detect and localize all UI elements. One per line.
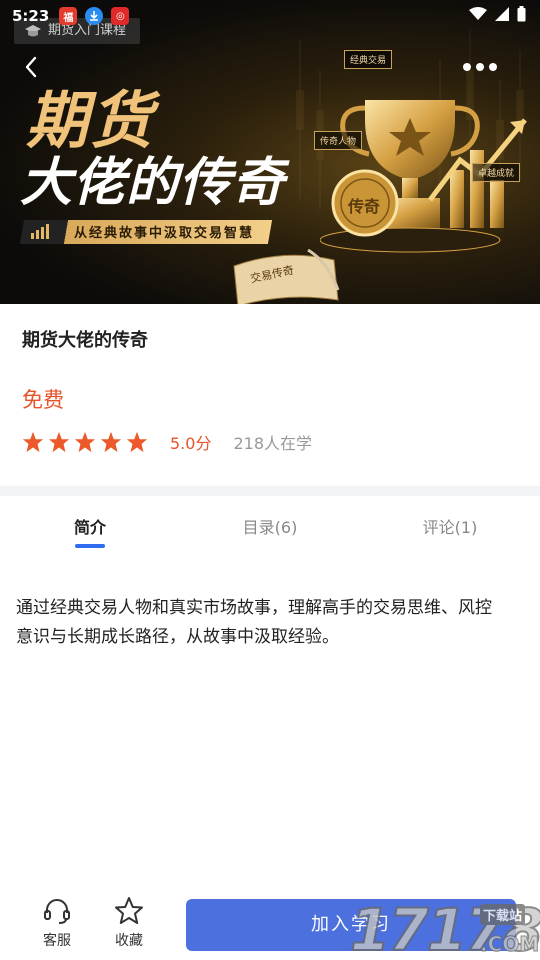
notification-app-icon: 福 (59, 7, 78, 25)
status-time: 5:23 (12, 7, 50, 25)
label-achievement: 卓越成就 (472, 163, 521, 182)
coin-label: 传奇 (348, 197, 381, 216)
rating-score: 5.0分 (170, 434, 212, 453)
favorite-label: 收藏 (115, 933, 143, 949)
join-study-button[interactable]: 加入学习 (186, 899, 516, 951)
star-icon (22, 431, 44, 453)
download-notification-icon (85, 7, 104, 25)
active-tab-indicator (75, 544, 105, 548)
notification-app-icon-2: ◎ (111, 7, 130, 25)
tab-intro-label: 简介 (73, 518, 106, 537)
cover-title-line2: 大佬的传奇 (20, 153, 286, 213)
star-icon (126, 431, 148, 453)
star-outline-icon (115, 897, 143, 924)
course-description: 通过经典交易人物和真实市场故事，理解高手的交易思维、风控意识与长期成长路径，从故… (16, 598, 492, 647)
headset-icon (44, 899, 70, 924)
bar-chart-icon (31, 224, 49, 239)
learner-count: 218人在学 (233, 434, 312, 453)
customer-service-button[interactable]: 客服 (27, 896, 87, 950)
label-classic-trade: 经典交易 (344, 50, 393, 69)
star-icon (100, 431, 122, 453)
battery-icon (517, 6, 526, 22)
label-legend-figure: 传奇人物 (314, 131, 363, 150)
course-title: 期货大佬的传奇 (22, 330, 148, 351)
section-divider (0, 486, 540, 496)
course-price: 免费 (22, 388, 64, 412)
tab-comments-label: 评论(1) (422, 518, 478, 537)
course-cover-banner: 传奇 经典交易 传奇人物 卓越成就 交易传奇 期货 大佬的传奇 从经典故事中汲取… (0, 0, 540, 304)
tab-intro[interactable]: 简介 (0, 496, 180, 556)
star-icon (74, 431, 96, 453)
rating-row: 5.0分 218人在学 (22, 430, 312, 454)
course-tabs: 简介 目录(6) 评论(1) (0, 496, 540, 556)
cover-subtitle: 从经典故事中汲取交易智慧 (74, 226, 255, 241)
star-icon (48, 431, 70, 453)
signal-icon (495, 7, 509, 21)
star-rating (22, 431, 148, 453)
wifi-icon (469, 7, 487, 20)
more-options-button[interactable] (463, 56, 503, 78)
bottom-action-bar: 客服 收藏 加入学习 (0, 888, 540, 960)
back-arrow-icon[interactable] (18, 52, 48, 82)
tab-catalog[interactable]: 目录(6) (180, 496, 360, 556)
favorite-button[interactable]: 收藏 (99, 896, 159, 950)
tab-catalog-label: 目录(6) (242, 518, 298, 537)
customer-service-label: 客服 (43, 933, 71, 949)
tab-comments[interactable]: 评论(1) (360, 496, 540, 556)
status-bar: 5:23 福 ◎ (0, 0, 540, 32)
